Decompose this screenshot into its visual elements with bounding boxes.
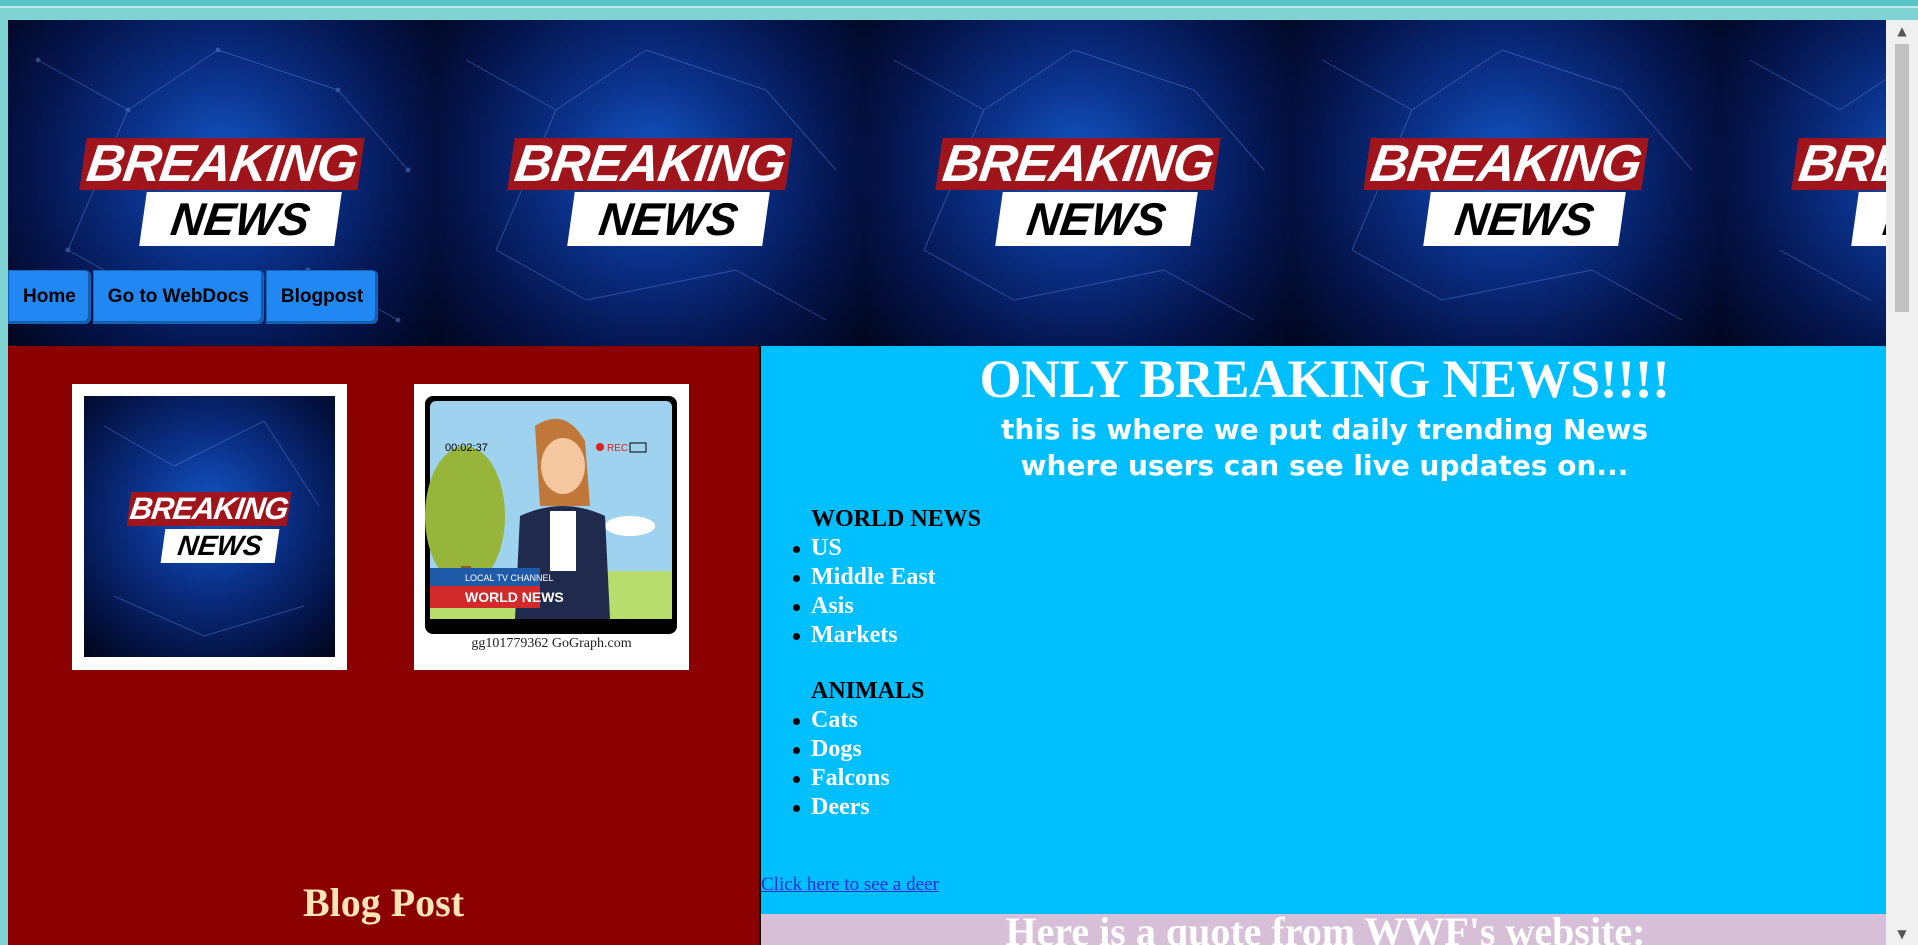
logo-news-text: NEWS bbox=[139, 192, 342, 246]
logo-news-text: NEWS bbox=[995, 192, 1198, 246]
logo-news-text: NEWS bbox=[160, 529, 280, 563]
list-item: US bbox=[793, 534, 936, 563]
logo-breaking-text: BREAKING bbox=[935, 135, 1221, 193]
header-banner: BREAKING NEWS BREAKING NEWS BREAKING NEW… bbox=[8, 20, 1886, 346]
left-column: BREAKING NEWS LOCAL TV CHANNEL WORLD NEW… bbox=[8, 346, 759, 945]
subtitle-line-1: this is where we put daily trending News bbox=[1001, 413, 1648, 446]
deer-link[interactable]: Click here to see a deer bbox=[761, 874, 939, 896]
list-item: Markets bbox=[793, 621, 936, 650]
timer-text: 00:02:37 bbox=[445, 442, 488, 454]
breaking-news-logo: BREAKING NEWS bbox=[1363, 135, 1649, 246]
section-heading-animals: ANIMALS bbox=[811, 678, 925, 704]
quote-section: Here is a quote from WWF's website: bbox=[759, 914, 1886, 945]
page-subtitle: this is where we put daily trending News… bbox=[761, 412, 1886, 484]
logo-breaking-text: BREAKING bbox=[1363, 135, 1649, 193]
logo-news-text: NEWS bbox=[1851, 192, 1886, 246]
breaking-news-image: BREAKING NEWS bbox=[72, 384, 347, 670]
scroll-up-arrow-icon[interactable]: ▲ bbox=[1886, 20, 1918, 42]
reporter-illustration: LOCAL TV CHANNEL WORLD NEWS 00:02:37 REC bbox=[425, 401, 672, 619]
breaking-news-logo: BREAKING NEWS bbox=[935, 135, 1221, 246]
reporter-image: LOCAL TV CHANNEL WORLD NEWS 00:02:37 REC… bbox=[414, 384, 689, 670]
banner-tile: BREAKING NEWS bbox=[864, 20, 1292, 346]
scrollbar-thumb[interactable] bbox=[1895, 44, 1909, 312]
world-news-banner-text: WORLD NEWS bbox=[465, 589, 564, 605]
animals-list: Cats Dogs Falcons Deers bbox=[793, 706, 890, 822]
blog-post-heading: Blog Post bbox=[302, 880, 465, 925]
world-news-list: US Middle East Asis Markets bbox=[793, 534, 936, 650]
quote-heading: Here is a quote from WWF's website: bbox=[1005, 914, 1646, 945]
image-caption: gg101779362 GoGraph.com bbox=[471, 636, 632, 651]
vertical-scrollbar[interactable]: ▲ ▼ bbox=[1886, 20, 1918, 945]
nav-blogpost-button[interactable]: Blogpost bbox=[265, 270, 379, 324]
rec-text: REC bbox=[607, 443, 628, 454]
subtitle-line-2: where users can see live updates on... bbox=[1020, 449, 1629, 482]
breaking-news-logo: BREAKING NEWS bbox=[1791, 135, 1886, 246]
main-nav: Home Go to WebDocs Blogpost bbox=[8, 270, 380, 324]
logo-news-text: NEWS bbox=[1423, 192, 1626, 246]
breaking-news-image-bg: BREAKING NEWS bbox=[84, 396, 335, 657]
logo-breaking-text: BREAKING bbox=[507, 135, 793, 193]
section-heading-world-news: WORLD NEWS bbox=[811, 506, 982, 532]
browser-top-strip-light bbox=[0, 6, 1918, 8]
logo-breaking-text: BREAKING bbox=[1791, 135, 1886, 193]
list-item: Middle East bbox=[793, 564, 936, 590]
logo-breaking-text: BREAKING bbox=[79, 135, 365, 193]
list-item: Cats bbox=[793, 706, 890, 735]
scroll-down-arrow-icon[interactable]: ▼ bbox=[1886, 923, 1918, 945]
reporter-image-frame: LOCAL TV CHANNEL WORLD NEWS 00:02:37 REC bbox=[425, 396, 677, 634]
logo-news-text: NEWS bbox=[567, 192, 770, 246]
right-column: ONLY BREAKING NEWS!!!! this is where we … bbox=[759, 346, 1886, 914]
nav-home-button[interactable]: Home bbox=[8, 270, 91, 324]
banner-tile: BREAKING NEWS bbox=[1720, 20, 1886, 346]
banner-tile: BREAKING NEWS bbox=[1292, 20, 1720, 346]
page-title: ONLY BREAKING NEWS!!!! bbox=[979, 349, 1670, 409]
channel-text: LOCAL TV CHANNEL bbox=[465, 573, 554, 583]
logo-breaking-text: BREAKING bbox=[126, 491, 292, 526]
list-item: Asis bbox=[793, 592, 936, 621]
list-item: Dogs bbox=[793, 735, 890, 764]
list-item: Deers bbox=[793, 793, 890, 822]
banner-tile: BREAKING NEWS bbox=[436, 20, 864, 346]
breaking-news-logo: BREAKING NEWS bbox=[79, 135, 365, 246]
breaking-news-logo: BREAKING NEWS bbox=[126, 491, 292, 563]
nav-webdocs-button[interactable]: Go to WebDocs bbox=[92, 270, 264, 324]
page: BREAKING NEWS BREAKING NEWS BREAKING NEW… bbox=[8, 20, 1886, 945]
breaking-news-logo: BREAKING NEWS bbox=[507, 135, 793, 246]
list-item: Falcons bbox=[793, 765, 890, 791]
